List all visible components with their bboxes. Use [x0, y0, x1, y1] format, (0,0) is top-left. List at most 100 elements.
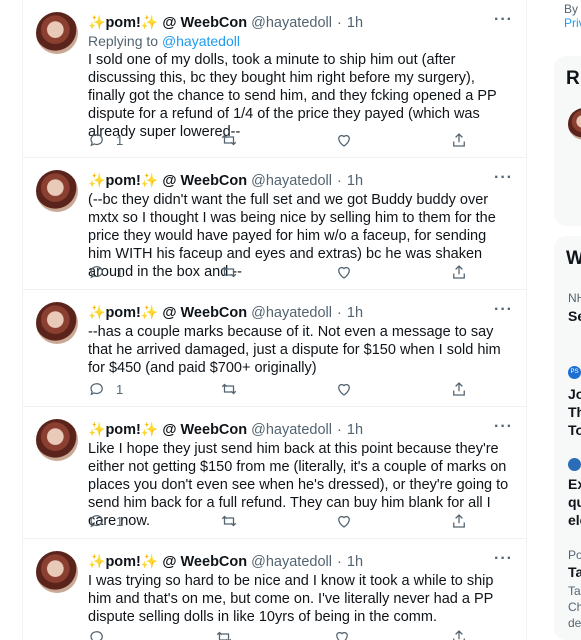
tweet-thread: ✨pom!✨ @ WeebCon @hayatedoll · 1h ··· Re…	[22, 0, 527, 640]
display-name[interactable]: pom!	[105, 173, 140, 189]
tweet-4[interactable]: ✨pom!✨ @ WeebCon @hayatedoll · 1h ··· Li…	[23, 407, 526, 539]
user-handle[interactable]: @hayatedoll	[251, 173, 332, 189]
reply-button[interactable]: 1	[88, 379, 123, 399]
timestamp[interactable]: 1h	[347, 554, 363, 570]
share-button[interactable]	[450, 511, 468, 531]
tweet-header: ✨pom!✨ @ WeebCon @hayatedoll · 1h ···	[88, 10, 513, 31]
more-options-icon[interactable]: ···	[494, 10, 513, 30]
suggested-avatar[interactable]	[568, 108, 581, 140]
avatar[interactable]	[36, 12, 78, 54]
user-handle[interactable]: @hayatedoll	[251, 15, 332, 31]
trends-card: W NH Se PS Jo Th To Ex qu ele Po Ta Ta C…	[554, 236, 581, 640]
display-name[interactable]: pom!	[105, 554, 140, 570]
reply-button[interactable]: 1	[88, 262, 123, 282]
user-handle[interactable]: @hayatedoll	[251, 422, 332, 438]
like-button[interactable]	[335, 379, 353, 399]
heart-icon	[338, 134, 350, 147]
sparkle-emoji: ✨	[140, 553, 159, 569]
tweet-5[interactable]: ✨pom!✨ @ WeebCon @hayatedoll · 1h ··· I …	[23, 539, 526, 640]
reply-count: 1	[116, 381, 124, 397]
avatar[interactable]	[36, 419, 78, 461]
display-name-affiliation[interactable]: @ WeebCon	[162, 15, 247, 31]
retweet-button[interactable]	[220, 262, 238, 282]
share-button[interactable]	[450, 262, 468, 282]
trend-headline-line[interactable]: ele	[568, 512, 581, 528]
trend-headline-line[interactable]: qu	[568, 494, 581, 510]
tweet-3[interactable]: ✨pom!✨ @ WeebCon @hayatedoll · 1h ··· --…	[23, 290, 526, 407]
display-name-affiliation[interactable]: @ WeebCon	[162, 554, 247, 570]
tweet-2[interactable]: ✨pom!✨ @ WeebCon @hayatedoll · 1h ··· (-…	[23, 158, 526, 290]
more-options-icon[interactable]: ···	[494, 168, 513, 188]
trend-headline-line[interactable]: To	[568, 422, 581, 438]
share-button[interactable]	[450, 627, 468, 640]
trend-snippet-line: Ta	[568, 584, 581, 598]
retweet-button[interactable]	[215, 627, 233, 640]
trend-snippet-line: Ch	[568, 600, 581, 614]
trend-headline-line[interactable]: Ex	[568, 476, 581, 492]
like-button[interactable]	[335, 511, 353, 531]
display-name[interactable]: pom!	[105, 15, 140, 31]
retweet-icon	[221, 383, 237, 395]
reply-button[interactable]: 1	[88, 511, 123, 531]
display-name-affiliation[interactable]: @ WeebCon	[162, 305, 247, 321]
reply-icon	[90, 266, 103, 279]
share-icon	[453, 133, 465, 147]
display-name[interactable]: pom!	[105, 305, 140, 321]
sparkle-emoji: ✨	[140, 421, 159, 437]
tweet-1[interactable]: ✨pom!✨ @ WeebCon @hayatedoll · 1h ··· Re…	[23, 0, 526, 158]
reply-button[interactable]: 1	[88, 130, 123, 150]
timestamp[interactable]: 1h	[347, 173, 363, 189]
retweet-icon	[221, 134, 237, 146]
tweet-text: I was trying so hard to be nice and I kn…	[88, 573, 494, 625]
tweet-header: ✨pom!✨ @ WeebCon @hayatedoll · 1h ···	[88, 300, 513, 321]
user-handle[interactable]: @hayatedoll	[251, 554, 332, 570]
display-name[interactable]: pom!	[105, 422, 140, 438]
tweet-actions: 1	[88, 262, 468, 282]
sparkle-emoji: ✨	[88, 553, 106, 569]
retweet-button[interactable]	[220, 130, 238, 150]
reply-button[interactable]	[88, 627, 116, 640]
more-options-icon[interactable]: ···	[494, 300, 513, 320]
like-button[interactable]	[335, 262, 353, 282]
heart-icon	[338, 266, 350, 279]
share-button[interactable]	[450, 130, 468, 150]
avatar[interactable]	[36, 551, 78, 593]
retweet-button[interactable]	[220, 379, 238, 399]
more-options-icon[interactable]: ···	[494, 417, 513, 437]
tweet-text: --has a couple marks because of it. Not …	[88, 324, 501, 376]
right-sidebar: By s Priv R W NH Se PS Jo Th To Ex qu el…	[548, 0, 581, 640]
trend-title[interactable]: Se	[568, 308, 581, 324]
sidebar-privacy-link[interactable]: Priv	[564, 16, 581, 30]
trend-title[interactable]: Ta	[568, 564, 581, 580]
tweet-header: ✨pom!✨ @ WeebCon @hayatedoll · 1h ···	[88, 549, 513, 570]
share-button[interactable]	[450, 379, 468, 399]
trend-headline-line[interactable]: Jo	[568, 386, 581, 402]
section-heading: W	[566, 248, 581, 269]
share-icon	[453, 630, 465, 640]
like-button[interactable]	[333, 627, 351, 640]
avatar[interactable]	[36, 170, 78, 212]
replying-to: Replying to @hayatedoll	[88, 32, 513, 50]
like-button[interactable]	[335, 130, 353, 150]
tweet-header: ✨pom!✨ @ WeebCon @hayatedoll · 1h ···	[88, 168, 513, 189]
retweet-button[interactable]	[220, 511, 238, 531]
more-options-icon[interactable]: ···	[494, 549, 513, 569]
sparkle-emoji: ✨	[140, 14, 159, 30]
tweet-actions: 1	[88, 130, 468, 150]
timestamp[interactable]: 1h	[347, 422, 363, 438]
timestamp[interactable]: 1h	[347, 15, 363, 31]
replying-to-handle[interactable]: @hayatedoll	[162, 33, 240, 49]
reply-count: 1	[116, 264, 124, 280]
tweet-text: I sold one of my dolls, took a minute to…	[88, 52, 497, 140]
display-name-affiliation[interactable]: @ WeebCon	[162, 422, 247, 438]
trend-headline-line[interactable]: Th	[568, 404, 581, 420]
tweet-actions: 1	[88, 511, 468, 531]
trend-source-badge	[568, 458, 581, 471]
avatar[interactable]	[36, 302, 78, 344]
section-heading: R	[566, 68, 580, 89]
user-handle[interactable]: @hayatedoll	[251, 305, 332, 321]
display-name-affiliation[interactable]: @ WeebCon	[162, 173, 247, 189]
tweet-header: ✨pom!✨ @ WeebCon @hayatedoll · 1h ···	[88, 417, 513, 438]
reply-icon	[90, 515, 103, 528]
timestamp[interactable]: 1h	[347, 305, 363, 321]
